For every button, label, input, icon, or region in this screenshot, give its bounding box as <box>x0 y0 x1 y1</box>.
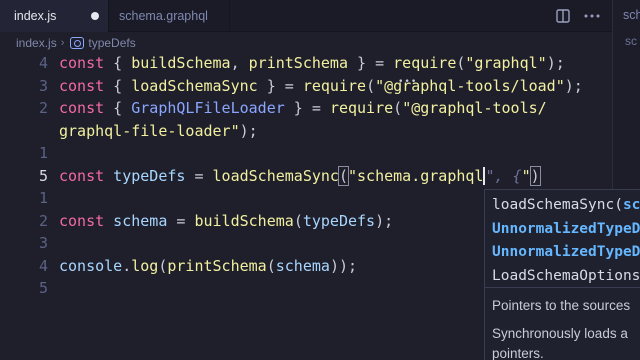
code-token: " <box>521 166 531 185</box>
code-token: { <box>104 99 132 117</box>
code-token: GraphQLFileLoader <box>131 99 285 117</box>
code-token: ); <box>564 76 583 95</box>
code-token: const <box>59 99 105 117</box>
code-token: log <box>131 256 159 275</box>
line-number[interactable]: 1 <box>0 187 48 210</box>
matched-bracket: ) <box>529 165 541 186</box>
code-token: const <box>59 211 105 230</box>
line-content: const { loadSchemaSync } = require("@gra… <box>59 75 583 98</box>
breadcrumb: index.js › typeDefs <box>16 34 136 52</box>
line-content: const { buildSchema, printSchema } = req… <box>59 52 565 75</box>
code-token: { <box>104 54 132 72</box>
code-token: require <box>393 54 457 72</box>
code-line[interactable]: 1 <box>0 142 612 165</box>
code-token: )); <box>329 256 358 275</box>
code-token: ( <box>366 76 376 95</box>
chevron-right-icon: › <box>60 37 65 49</box>
code-token: schema <box>275 256 330 275</box>
code-token: require <box>329 99 394 117</box>
signature-line: LoadSchemaOptions <box>492 267 640 284</box>
code-token: = <box>167 211 195 230</box>
doc-line: Synchronously loads a <box>492 326 628 341</box>
tab-index-js[interactable]: index.js <box>0 0 108 32</box>
code-line[interactable]: graphql-file-loader"); <box>0 120 612 143</box>
code-token: "@graphql-tools/load" <box>375 76 565 95</box>
unsaved-dot-icon[interactable] <box>91 12 99 20</box>
code-token: ( <box>393 99 403 117</box>
code-token: "schema.graphql <box>348 166 484 185</box>
code-token: { <box>104 76 132 95</box>
line-number[interactable]: 4 <box>0 255 48 278</box>
code-token: typeDefs <box>302 211 376 230</box>
code-line[interactable]: 5 const typeDefs = loadSchemaSync("schema… <box>0 165 612 188</box>
right-pane-tab[interactable]: sche <box>623 8 640 22</box>
code-token: const <box>59 166 105 185</box>
line-content: const typeDefs = loadSchemaSync("schema.… <box>59 165 541 188</box>
code-token: console <box>59 256 123 275</box>
code-token: const <box>59 76 105 95</box>
line-content: console.log(printSchema(schema)); <box>59 255 357 278</box>
code-token: . <box>122 256 132 275</box>
code-token: ); <box>375 211 394 230</box>
line-number[interactable]: 2 <box>0 97 48 120</box>
code-token: require <box>302 76 367 95</box>
code-line[interactable]: 2 const { GraphQLFileLoader } = require("… <box>0 97 612 120</box>
code-token: graphql-file-loader" <box>59 121 240 140</box>
code-token: buildSchema <box>194 211 294 230</box>
signature-line: loadSchemaSync(sc <box>492 197 640 213</box>
code-token: printSchema <box>248 54 348 72</box>
code-token: ( <box>293 211 303 230</box>
breadcrumb-file[interactable]: index.js <box>16 36 57 50</box>
breadcrumb-symbol[interactable]: typeDefs <box>88 36 135 50</box>
code-token: ", { <box>485 166 522 185</box>
code-token: "@graphql-tools/ <box>402 99 547 117</box>
split-editor-icon[interactable] <box>556 9 570 23</box>
code-token: buildSchema <box>131 54 231 72</box>
symbol-variable-icon <box>70 37 85 49</box>
code-token: ); <box>546 54 565 72</box>
line-number[interactable]: 5 <box>0 277 48 300</box>
code-token: ); <box>239 121 258 140</box>
tab-label: index.js <box>14 9 57 23</box>
code-token: typeDefs <box>104 166 186 185</box>
code-token: = <box>185 166 213 185</box>
code-token: loadSchemaSync <box>131 76 258 95</box>
line-number[interactable]: 2 <box>0 210 48 233</box>
code-line[interactable]: 3 const { loadSchemaSync } = require("@gr… <box>0 75 612 98</box>
signature-list: loadSchemaSync(sc UnnormalizedTypeD Unno… <box>485 190 640 288</box>
code-token: const <box>59 54 105 72</box>
line-number[interactable]: 1 <box>0 142 48 165</box>
right-pane-breadcrumb: sc <box>625 34 637 48</box>
code-token: , <box>230 54 249 72</box>
line-content: const schema = buildSchema(typeDefs); <box>59 210 393 233</box>
signature-line: UnnormalizedTypeD <box>492 220 640 237</box>
code-token: schema <box>104 211 168 230</box>
line-content: const { GraphQLFileLoader } = require("@… <box>59 97 547 120</box>
code-token: printSchema <box>167 256 267 275</box>
line-number[interactable]: 5 <box>0 165 48 188</box>
more-actions-icon[interactable] <box>584 13 600 19</box>
code-token: loadSchemaSync <box>212 166 339 185</box>
code-token: } = <box>257 76 303 95</box>
tab-label: schema.graphql <box>119 9 208 23</box>
widget-divider <box>485 287 640 288</box>
code-token: } = <box>348 54 394 72</box>
line-content: graphql-file-loader"); <box>59 120 258 143</box>
line-number[interactable]: 4 <box>0 52 48 75</box>
documentation: Pointers to the sources Synchronously lo… <box>492 296 630 360</box>
code-token: ( <box>266 256 276 275</box>
tab-schema-graphql[interactable]: schema.graphql <box>108 0 230 32</box>
code-line[interactable]: 4 const { buildSchema, printSchema } = re… <box>0 52 612 87</box>
editor-actions <box>556 0 600 32</box>
code-token: } = <box>284 99 330 117</box>
signature-line: UnnormalizedTypeD <box>492 244 640 260</box>
code-token: "graphql" <box>465 54 547 72</box>
line-number[interactable]: 3 <box>0 75 48 98</box>
line-number[interactable]: 3 <box>0 232 48 255</box>
parameter-hints-widget[interactable]: loadSchemaSync(sc UnnormalizedTypeD Unno… <box>484 189 640 360</box>
tab-bar: index.js schema.graphql <box>0 0 640 32</box>
matched-bracket: ( <box>337 165 350 186</box>
doc-line: Pointers to the sources <box>492 298 631 313</box>
doc-line: pointers. <box>492 346 544 360</box>
